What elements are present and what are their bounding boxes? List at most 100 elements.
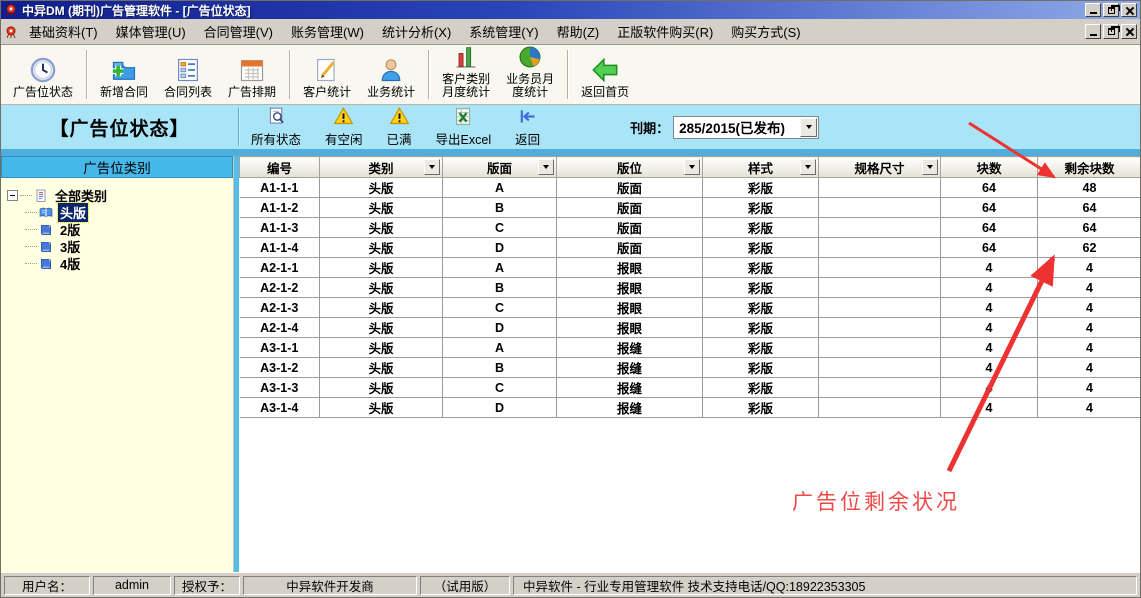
menu-item[interactable]: 合同管理(V) xyxy=(195,19,282,44)
table-cell[interactable]: 头版 xyxy=(320,398,443,418)
table-cell[interactable]: 头版 xyxy=(320,218,443,238)
table-row[interactable]: A2-1-3头版C报眼彩版44 xyxy=(240,298,1141,318)
subtoolbar-button[interactable]: 有空闲 xyxy=(313,104,375,150)
column-header[interactable]: 版面 xyxy=(443,157,557,178)
table-cell[interactable]: 报眼 xyxy=(557,258,703,278)
table-cell[interactable]: 4 xyxy=(941,378,1038,398)
table-cell[interactable]: C xyxy=(443,378,557,398)
table-cell[interactable]: 报眼 xyxy=(557,318,703,338)
table-cell[interactable] xyxy=(819,198,941,218)
table-cell[interactable]: 4 xyxy=(1038,298,1141,318)
table-cell[interactable]: 版面 xyxy=(557,198,703,218)
table-cell[interactable] xyxy=(819,338,941,358)
menu-item[interactable]: 系统管理(Y) xyxy=(460,19,547,44)
subtoolbar-button[interactable]: 导出Excel xyxy=(424,104,504,150)
table-cell[interactable]: B xyxy=(443,198,557,218)
column-header[interactable]: 版位 xyxy=(557,157,703,178)
table-cell[interactable]: D xyxy=(443,238,557,258)
table-cell[interactable]: A3-1-3 xyxy=(240,378,320,398)
filter-dropdown-button[interactable] xyxy=(922,159,938,175)
table-cell[interactable]: 4 xyxy=(1038,378,1141,398)
table-row[interactable]: A1-1-3头版C版面彩版6464 xyxy=(240,218,1141,238)
table-cell[interactable] xyxy=(819,258,941,278)
table-cell[interactable]: 64 xyxy=(941,198,1038,218)
tree-item[interactable]: 头版 xyxy=(25,204,231,221)
minimize-button[interactable] xyxy=(1085,3,1101,17)
table-cell[interactable]: 彩版 xyxy=(703,278,819,298)
table-cell[interactable]: A xyxy=(443,258,557,278)
table-cell[interactable]: A3-1-4 xyxy=(240,398,320,418)
table-cell[interactable]: C xyxy=(443,218,557,238)
toolbar-button[interactable]: 业务统计 xyxy=(359,46,423,103)
table-cell[interactable]: 4 xyxy=(1038,358,1141,378)
table-row[interactable]: A2-1-4头版D报眼彩版44 xyxy=(240,318,1141,338)
table-row[interactable]: A2-1-2头版B报眼彩版44 xyxy=(240,278,1141,298)
table-row[interactable]: A1-1-4头版D版面彩版6462 xyxy=(240,238,1141,258)
toolbar-button[interactable]: 返回首页 xyxy=(573,46,637,103)
table-cell[interactable]: A3-1-1 xyxy=(240,338,320,358)
table-cell[interactable]: 版面 xyxy=(557,178,703,198)
table-cell[interactable]: D xyxy=(443,398,557,418)
tree-item[interactable]: 2版 xyxy=(25,221,231,238)
table-cell[interactable]: C xyxy=(443,298,557,318)
mdi-close-button[interactable] xyxy=(1121,24,1137,39)
dropdown-button[interactable] xyxy=(800,118,817,137)
column-header[interactable]: 块数 xyxy=(941,157,1038,178)
table-cell[interactable]: 头版 xyxy=(320,198,443,218)
table-cell[interactable]: 彩版 xyxy=(703,298,819,318)
table-row[interactable]: A2-1-1头版A报眼彩版44 xyxy=(240,258,1141,278)
table-cell[interactable]: 彩版 xyxy=(703,398,819,418)
column-header[interactable]: 编号 xyxy=(240,157,320,178)
table-row[interactable]: A3-1-2头版B报缝彩版44 xyxy=(240,358,1141,378)
column-header[interactable]: 规格尺寸 xyxy=(819,157,941,178)
table-cell[interactable]: A2-1-2 xyxy=(240,278,320,298)
menu-item[interactable]: 购买方式(S) xyxy=(722,19,809,44)
table-row[interactable]: A1-1-2头版B版面彩版6464 xyxy=(240,198,1141,218)
table-cell[interactable] xyxy=(819,238,941,258)
table-cell[interactable]: D xyxy=(443,318,557,338)
filter-dropdown-button[interactable] xyxy=(800,159,816,175)
table-cell[interactable] xyxy=(819,318,941,338)
table-cell[interactable]: 彩版 xyxy=(703,218,819,238)
table-cell[interactable]: 头版 xyxy=(320,258,443,278)
toolbar-button[interactable]: 客户类别 月度统计 xyxy=(434,46,498,103)
table-cell[interactable]: A2-1-1 xyxy=(240,258,320,278)
collapse-toggle-icon[interactable] xyxy=(7,190,18,201)
table-cell[interactable]: 4 xyxy=(941,338,1038,358)
table-cell[interactable]: 4 xyxy=(941,398,1038,418)
table-cell[interactable]: 报缝 xyxy=(557,378,703,398)
toolbar-button[interactable]: 新增合同 xyxy=(92,46,156,103)
table-cell[interactable]: 彩版 xyxy=(703,338,819,358)
toolbar-button[interactable]: 客户统计 xyxy=(295,46,359,103)
mdi-minimize-button[interactable] xyxy=(1085,24,1101,39)
subtoolbar-button[interactable]: 已满 xyxy=(375,104,424,150)
table-cell[interactable]: 头版 xyxy=(320,378,443,398)
mdi-restore-button[interactable] xyxy=(1103,24,1119,39)
toolbar-button[interactable]: 业务员月 度统计 xyxy=(498,46,562,103)
table-cell[interactable]: 头版 xyxy=(320,338,443,358)
table-cell[interactable] xyxy=(819,378,941,398)
table-cell[interactable]: 4 xyxy=(1038,258,1141,278)
table-cell[interactable]: 版面 xyxy=(557,218,703,238)
column-header[interactable]: 剩余块数 xyxy=(1038,157,1141,178)
table-cell[interactable] xyxy=(819,358,941,378)
table-cell[interactable]: A1-1-3 xyxy=(240,218,320,238)
table-row[interactable]: A3-1-1头版A报缝彩版44 xyxy=(240,338,1141,358)
table-cell[interactable]: 4 xyxy=(941,318,1038,338)
table-cell[interactable]: 4 xyxy=(1038,278,1141,298)
menu-item[interactable]: 统计分析(X) xyxy=(373,19,460,44)
table-cell[interactable]: 4 xyxy=(941,358,1038,378)
table-cell[interactable]: 报缝 xyxy=(557,398,703,418)
table-cell[interactable] xyxy=(819,178,941,198)
table-cell[interactable]: 报眼 xyxy=(557,298,703,318)
menu-item[interactable]: 基础资料(T) xyxy=(20,19,107,44)
menu-item[interactable]: 账务管理(W) xyxy=(282,19,373,44)
tree-item[interactable]: 4版 xyxy=(25,255,231,272)
table-cell[interactable]: 4 xyxy=(1038,398,1141,418)
table-cell[interactable] xyxy=(819,398,941,418)
table-cell[interactable]: 64 xyxy=(941,218,1038,238)
column-header[interactable]: 样式 xyxy=(703,157,819,178)
table-cell[interactable]: 4 xyxy=(941,298,1038,318)
table-cell[interactable]: A1-1-4 xyxy=(240,238,320,258)
table-cell[interactable]: A2-1-4 xyxy=(240,318,320,338)
